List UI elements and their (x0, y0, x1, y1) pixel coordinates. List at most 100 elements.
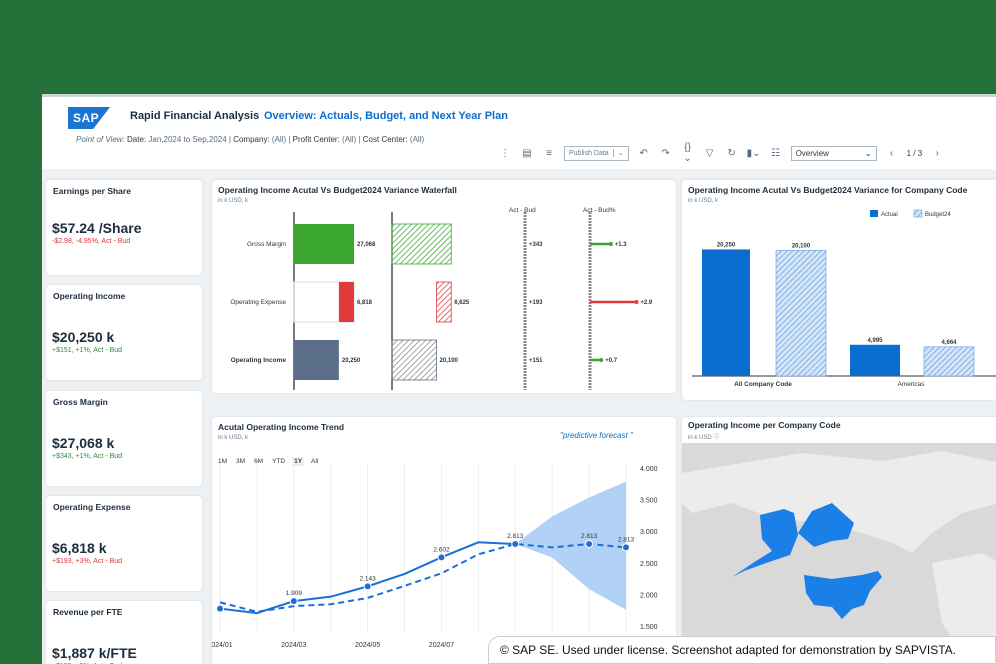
waterfall-row-label: Operating Income (231, 357, 287, 364)
y-tick-label: 3.000 (640, 529, 658, 536)
legend-swatch-actual (870, 210, 878, 217)
kpi-value: $20,250 k (52, 329, 115, 345)
page-select[interactable]: Overview ⌄ (790, 145, 877, 161)
table-icon[interactable]: ▤ (520, 148, 534, 159)
page-title: Overview: Actuals, Budget, and Next Year… (264, 110, 508, 122)
company-bar (775, 250, 827, 377)
redo-icon[interactable]: ↷ (659, 148, 673, 159)
map-region-usa (804, 571, 882, 619)
pov-profit-label: Profit Center: (292, 135, 340, 144)
variance-header: Act - Bud (509, 207, 536, 214)
forecast-point (622, 543, 630, 552)
more-vertical-icon[interactable]: ⋮ (498, 148, 512, 159)
company-chart-card[interactable]: Operating Income Acutal Vs Budget2024 Va… (682, 180, 996, 400)
variance-pct-marker (599, 358, 604, 362)
variance-pct-header: Act - Bud% (583, 207, 616, 214)
refresh-icon[interactable]: ↻ (725, 148, 739, 159)
pov-date-value: Jan,2024 to Sep,2024 (148, 135, 227, 144)
kpi-value: $27,068 k (52, 435, 115, 451)
kpi-delta: +$193, +3%, Act - Bud (52, 558, 123, 565)
waterfall-actual-bar (294, 224, 354, 264)
forecast-point (585, 540, 594, 549)
chevron-left-icon[interactable]: ‹ (885, 148, 899, 159)
company-bar (923, 346, 975, 377)
waterfall-actual-bar (338, 282, 354, 322)
filter-icon[interactable]: ▽ (703, 148, 717, 159)
copyright-notice: © SAP SE. Used under license. Screenshot… (488, 636, 996, 664)
page-indicator: 1 / 3 (906, 148, 923, 158)
trend-card[interactable]: Acutal Operating Income Trend in k USD, … (212, 417, 676, 664)
kpi-title: Operating Expense (53, 502, 131, 512)
variance-value: +193 (529, 300, 543, 306)
publish-data-label: Publish Data (569, 149, 609, 157)
page-list-icon[interactable]: ☷ (769, 148, 783, 159)
company-bar-label: 20,100 (792, 243, 811, 249)
info-icon[interactable]: ⓘ (713, 435, 719, 441)
pov-company-label: Company: (233, 135, 270, 144)
kpi-value: $1,887 k/FTE (52, 645, 137, 661)
map-region-alaska (732, 509, 798, 577)
actual-point-label: 2.602 (433, 546, 450, 553)
chevron-right-icon[interactable]: › (930, 148, 944, 159)
waterfall-chart: Act - Bud Act - Bud% Gross Margin 27,068 +34… (230, 207, 653, 390)
variance-value: +343 (529, 242, 543, 248)
waterfall-row-label: Operating Expense (230, 299, 286, 306)
actual-point-label: 2.813 (507, 533, 524, 540)
map-background[interactable] (682, 443, 996, 664)
kpi-delta: -$2.98, -4.95%, Act - Bud (52, 238, 131, 245)
variance-pct-marker (608, 242, 613, 246)
company-bar-label: 20,250 (717, 242, 736, 248)
company-bar (702, 249, 750, 376)
company-bar-label: 4,995 (867, 338, 883, 344)
variance-pct-label: +1.3 (615, 242, 628, 248)
world-map (682, 451, 996, 653)
legend-swatch-budget (913, 209, 923, 218)
map-title: Operating Income per Company Code (688, 420, 841, 430)
waterfall-actual-label: 20,250 (342, 358, 361, 364)
map-card[interactable]: Operating Income per Company Code in k U… (682, 417, 996, 664)
kpi-card[interactable]: Gross Margin $27,068 k +$343, +1%, Act - B… (46, 391, 202, 486)
actual-point (363, 582, 372, 591)
pov-profit-value: (All) (342, 135, 357, 144)
y-tick-label: 3.500 (640, 498, 658, 505)
actual-point-label: 1.909 (286, 590, 303, 597)
kpi-title: Revenue per FTE (53, 607, 123, 617)
pov-cost-label: Cost Center: (362, 135, 408, 144)
data-action-icon[interactable]: ≡ (542, 148, 556, 159)
company-bar-chart: Actual Budget24 20,250 20,100 All Company Co… (692, 209, 996, 388)
kpi-delta: +$151, +1%, Act - Bud (52, 347, 123, 354)
company-category-label: All Company Code (734, 381, 792, 388)
x-tick-label: 2024/01 (212, 642, 233, 649)
kpi-card[interactable]: Earnings per Share $57.24 /Share -$2.98, -… (46, 180, 202, 275)
actual-point (216, 604, 224, 613)
bookmark-icon[interactable]: ▮⌄ (747, 148, 761, 159)
point-of-view: Point of View: Date: Jan,2024 to Sep,202… (76, 135, 425, 144)
publish-data-button[interactable]: Publish Data ⌄ (564, 145, 629, 161)
undo-icon[interactable]: ↶ (637, 148, 651, 159)
kpi-card[interactable]: Operating Expense $6,818 k +$193, +3%, Act… (46, 496, 202, 591)
y-tick-label: 1.500 (640, 624, 658, 631)
y-tick-label: 2.000 (640, 592, 658, 599)
waterfall-card[interactable]: Operating Income Acutal Vs Budget2024 Va… (212, 180, 676, 393)
actual-point-label: 2.143 (359, 575, 376, 582)
kpi-card[interactable]: Revenue per FTE$1,887 k/FTE+$155, +9%, A… (46, 601, 202, 664)
waterfall-actual-bar (294, 340, 339, 380)
waterfall-budget-bar (391, 223, 452, 265)
kpi-card[interactable]: Operating Income $20,250 k +$151, +1%, Act… (46, 285, 202, 380)
variance-pct-label: +0.7 (605, 358, 618, 364)
x-tick-label: 2024/07 (429, 642, 454, 649)
forecast-point-label: 2.813 (581, 533, 598, 540)
company-category-label: Americas (897, 381, 925, 388)
kpi-title: Earnings per Share (53, 186, 131, 196)
chevron-down-icon[interactable]: ⌄ (612, 149, 628, 157)
waterfall-row-label: Gross Margin (247, 241, 286, 248)
waterfall-actual-label: 6,818 (357, 300, 373, 306)
pov-cost-value: (All) (409, 135, 425, 144)
variables-icon[interactable]: {}⌄ (681, 142, 695, 164)
actual-point (437, 553, 446, 562)
kpi-title: Operating Income (53, 291, 126, 301)
variance-pct-marker (634, 300, 639, 304)
pov-label: Point of View: (76, 135, 125, 144)
company-bar-label: 4,664 (941, 340, 957, 346)
legend-label-budget: Budget24 (925, 212, 951, 218)
